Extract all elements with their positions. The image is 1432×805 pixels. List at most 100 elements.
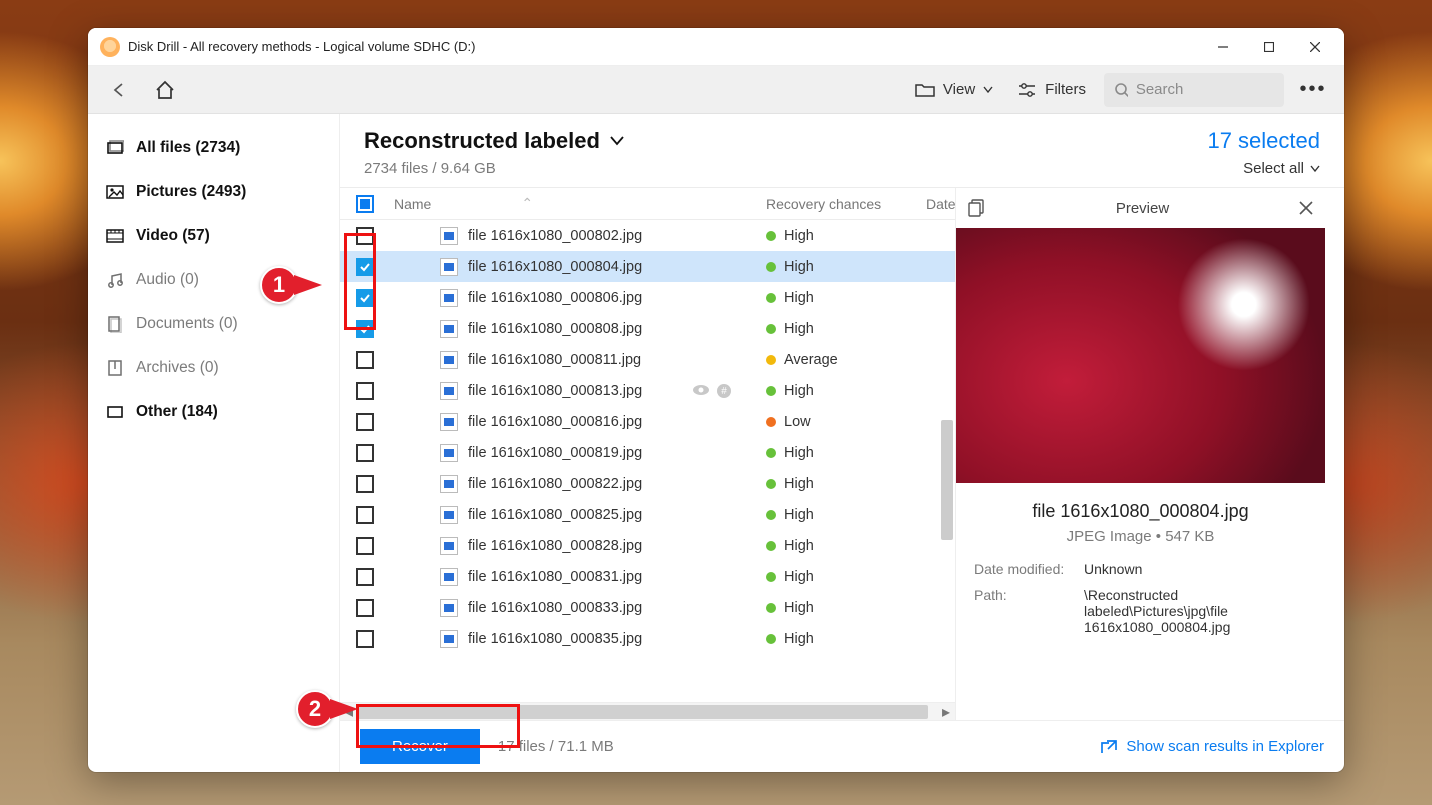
sidebar: All files (2734)Pictures (2493)Video (57…: [88, 114, 340, 772]
recover-button[interactable]: Recover: [360, 729, 480, 764]
sidebar-item-video[interactable]: Video (57): [88, 214, 339, 258]
image-file-icon: [440, 444, 458, 462]
search-input[interactable]: [1136, 81, 1274, 98]
body: All files (2734)Pictures (2493)Video (57…: [88, 114, 1344, 772]
row-checkbox[interactable]: [356, 351, 374, 369]
scroll-right-icon[interactable]: ▸: [937, 703, 955, 721]
svg-text:#: #: [721, 386, 727, 397]
main-title: Reconstructed labeled: [364, 128, 600, 154]
file-row[interactable]: file 1616x1080_000831.jpg#High: [340, 561, 955, 592]
sidebar-item-stack[interactable]: All files (2734): [88, 126, 339, 170]
recovery-chance: High: [784, 228, 814, 244]
file-row[interactable]: file 1616x1080_000828.jpg#High: [340, 530, 955, 561]
file-name: file 1616x1080_000819.jpg: [468, 445, 642, 461]
preview-image: [956, 228, 1325, 483]
open-external-icon: [1100, 739, 1118, 755]
app-window: Disk Drill - All recovery methods - Logi…: [88, 28, 1344, 772]
preview-close-button[interactable]: [1299, 201, 1313, 215]
preview-copy-button[interactable]: [968, 199, 986, 217]
chance-dot-icon: [766, 293, 776, 303]
file-list[interactable]: file 1616x1080_000802.jpg#Highfile 1616x…: [340, 220, 955, 702]
search-box[interactable]: [1104, 73, 1284, 107]
file-name: file 1616x1080_000835.jpg: [468, 631, 642, 647]
row-checkbox[interactable]: [356, 258, 374, 276]
preview-title: Preview: [986, 200, 1299, 217]
chance-dot-icon: [766, 603, 776, 613]
image-file-icon: [440, 227, 458, 245]
copy-icon: [968, 199, 986, 217]
window-controls: [1200, 31, 1338, 63]
window-title: Disk Drill - All recovery methods - Logi…: [128, 39, 475, 54]
file-row[interactable]: file 1616x1080_000833.jpg#High: [340, 592, 955, 623]
close-button[interactable]: [1292, 31, 1338, 63]
show-in-explorer-link[interactable]: Show scan results in Explorer: [1100, 738, 1324, 755]
file-row[interactable]: file 1616x1080_000813.jpg#High: [340, 375, 955, 406]
sidebar-item-label: Other (184): [136, 403, 218, 421]
column-date[interactable]: Date: [916, 196, 950, 212]
footer-status: 17 files / 71.1 MB: [498, 738, 614, 755]
file-row[interactable]: file 1616x1080_000816.jpg#Low: [340, 406, 955, 437]
main-title-dropdown[interactable]: Reconstructed labeled: [364, 128, 624, 154]
row-checkbox[interactable]: [356, 568, 374, 586]
row-checkbox[interactable]: [356, 537, 374, 555]
main-subtitle: 2734 files / 9.64 GB: [364, 160, 624, 177]
vertical-scrollbar[interactable]: [939, 220, 955, 702]
chance-dot-icon: [766, 510, 776, 520]
search-icon: [1114, 82, 1128, 98]
filters-button[interactable]: Filters: [1011, 81, 1092, 98]
recovery-chance: High: [784, 569, 814, 585]
master-checkbox[interactable]: [356, 195, 374, 213]
file-split: Name ⌃ Recovery chances Date file 1616x1…: [340, 188, 1344, 720]
row-checkbox[interactable]: [356, 289, 374, 307]
file-name: file 1616x1080_000831.jpg: [468, 569, 642, 585]
image-file-icon: [440, 351, 458, 369]
file-row[interactable]: file 1616x1080_000802.jpg#High: [340, 220, 955, 251]
row-checkbox[interactable]: [356, 320, 374, 338]
main-header: Reconstructed labeled 2734 files / 9.64 …: [340, 114, 1344, 188]
file-name: file 1616x1080_000825.jpg: [468, 507, 642, 523]
select-all-dropdown[interactable]: Select all: [1207, 160, 1320, 177]
file-name: file 1616x1080_000813.jpg: [468, 383, 642, 399]
row-checkbox[interactable]: [356, 506, 374, 524]
column-recovery[interactable]: Recovery chances: [756, 196, 916, 212]
maximize-button[interactable]: [1246, 31, 1292, 63]
more-button[interactable]: •••: [1296, 73, 1330, 107]
sidebar-item-other[interactable]: Other (184): [88, 390, 339, 434]
row-checkbox[interactable]: [356, 630, 374, 648]
back-button[interactable]: [102, 73, 136, 107]
row-checkbox[interactable]: [356, 599, 374, 617]
file-row[interactable]: file 1616x1080_000819.jpg#High: [340, 437, 955, 468]
chevron-down-icon: [610, 136, 624, 146]
row-actions[interactable]: #: [692, 383, 732, 399]
row-checkbox[interactable]: [356, 413, 374, 431]
file-row[interactable]: file 1616x1080_000808.jpg#High: [340, 313, 955, 344]
close-icon: [1299, 201, 1313, 215]
file-row[interactable]: file 1616x1080_000811.jpg#Average: [340, 344, 955, 375]
file-row[interactable]: file 1616x1080_000835.jpg#High: [340, 623, 955, 654]
minimize-button[interactable]: [1200, 31, 1246, 63]
file-row[interactable]: file 1616x1080_000825.jpg#High: [340, 499, 955, 530]
video-icon: [106, 227, 124, 245]
path-value: \Reconstructed labeled\Pictures\jpg\file…: [1084, 587, 1307, 635]
sidebar-item-document[interactable]: Documents (0): [88, 302, 339, 346]
date-modified-label: Date modified:: [974, 561, 1074, 577]
row-checkbox[interactable]: [356, 475, 374, 493]
horizontal-scrollbar[interactable]: ◂ ▸: [340, 702, 955, 720]
sidebar-item-picture[interactable]: Pictures (2493): [88, 170, 339, 214]
file-name: file 1616x1080_000804.jpg: [468, 259, 642, 275]
row-checkbox[interactable]: [356, 444, 374, 462]
file-row[interactable]: file 1616x1080_000822.jpg#High: [340, 468, 955, 499]
file-name: file 1616x1080_000808.jpg: [468, 321, 642, 337]
row-checkbox[interactable]: [356, 227, 374, 245]
file-row[interactable]: file 1616x1080_000804.jpg#High: [340, 251, 955, 282]
scrollbar-thumb[interactable]: [358, 705, 928, 719]
document-icon: [106, 315, 124, 333]
recovery-chance: High: [784, 538, 814, 554]
row-checkbox[interactable]: [356, 382, 374, 400]
home-button[interactable]: [148, 73, 182, 107]
column-name[interactable]: Name ⌃: [384, 195, 756, 212]
sidebar-item-archive[interactable]: Archives (0): [88, 346, 339, 390]
file-row[interactable]: file 1616x1080_000806.jpg#High: [340, 282, 955, 313]
view-dropdown[interactable]: View: [909, 81, 999, 98]
annotation-callout-2: 2: [296, 690, 358, 728]
